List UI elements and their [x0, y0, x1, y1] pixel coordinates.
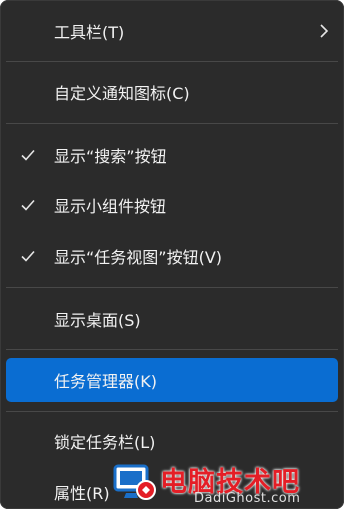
menu-item-label: 工具栏(T) — [54, 23, 125, 42]
menu-item-show-desktop[interactable]: 显示桌面(S) — [6, 297, 338, 341]
menu-item-label: 锁定任务栏(L) — [54, 433, 156, 452]
menu-separator — [6, 61, 338, 62]
menu-separator — [6, 287, 338, 288]
menu-item-label: 属性(R) — [54, 484, 110, 503]
menu-separator — [6, 349, 338, 350]
menu-item-show-search-button[interactable]: 显示“搜索”按钮 — [6, 133, 338, 177]
menu-item-label: 显示“搜索”按钮 — [54, 147, 167, 166]
menu-item-task-manager[interactable]: 任务管理器(K) — [6, 358, 338, 402]
taskbar-context-menu: 工具栏(T) 自定义通知图标(C) 显示“搜索”按钮 显示小组件按钮 显示“任务… — [0, 0, 344, 509]
checkmark-icon — [21, 149, 35, 161]
watermark: 电脑技术吧 DadiGhost.com — [112, 458, 348, 508]
menu-item-lock-taskbar[interactable]: 锁定任务栏(L) — [6, 419, 338, 463]
menu-item-label: 显示小组件按钮 — [54, 197, 167, 216]
menu-item-label: 任务管理器(K) — [54, 372, 157, 391]
menu-item-label: 显示“任务视图”按钮(V) — [54, 248, 223, 267]
menu-separator — [6, 123, 338, 124]
menu-separator — [6, 411, 338, 412]
menu-item-customize-notification-icons[interactable]: 自定义通知图标(C) — [6, 70, 338, 114]
menu-item-show-widgets-button[interactable]: 显示小组件按钮 — [6, 183, 338, 227]
chevron-right-icon — [320, 24, 329, 38]
checkmark-icon — [21, 250, 35, 262]
watermark-url: DadiGhost.com — [194, 491, 301, 506]
menu-item-toolbars[interactable]: 工具栏(T) — [6, 9, 338, 53]
monitor-logo-icon — [113, 464, 156, 500]
menu-item-label: 显示桌面(S) — [54, 311, 141, 330]
menu-item-label: 自定义通知图标(C) — [54, 84, 190, 103]
checkmark-icon — [21, 199, 35, 211]
menu-item-show-task-view-button[interactable]: 显示“任务视图”按钮(V) — [6, 234, 338, 278]
